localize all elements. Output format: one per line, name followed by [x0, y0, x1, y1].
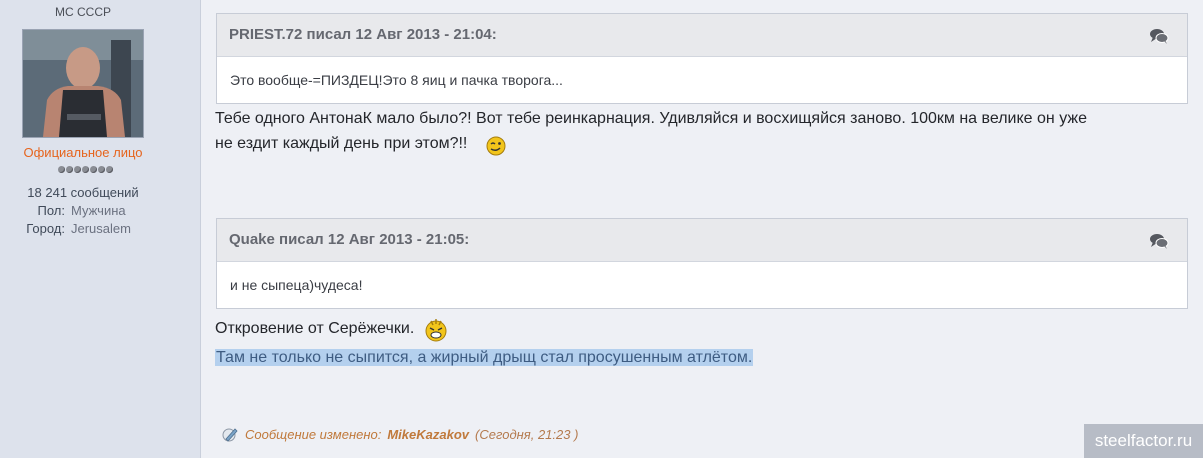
site-watermark: steelfactor.ru [1084, 424, 1203, 458]
edit-time: (Сегодня, 21:23 ) [475, 426, 579, 442]
author-post-count: 18 241 сообщений [27, 185, 139, 200]
reply-line-with-smiley: не ездит каждый день при этом?!! [215, 131, 1087, 157]
edit-user-link[interactable]: MikeKazakov [387, 427, 469, 442]
speech-bubbles-icon[interactable] [1149, 28, 1169, 44]
edit-notice: Сообщение изменено: MikeKazakov (Сегодня… [221, 426, 578, 442]
quote-body: и не сыпеца)чудеса! [230, 277, 363, 293]
reply-line: Тебе одного АнтонаК мало было?! Вот тебе… [215, 110, 1087, 127]
author-city-row: Город: Jerusalem [0, 221, 131, 236]
reputation-pips [50, 166, 120, 176]
wink-smiley-icon [485, 135, 507, 157]
avatar[interactable] [22, 29, 144, 138]
pip-icon [89, 166, 97, 173]
reply-line: не ездит каждый день при этом?!! [215, 135, 468, 152]
author-sidebar: МС СССР Официальное лицо 18 241 сообщени… [0, 0, 201, 458]
quote-block: PRIEST.72 писал 12 Авг 2013 - 21:04: Это… [216, 13, 1188, 104]
gender-label: Пол: [37, 203, 66, 218]
pip-icon [105, 166, 113, 173]
gender-value: Мужчина [71, 203, 126, 218]
author-gender-row: Пол: Мужчина [0, 203, 126, 218]
edit-label: Сообщение изменено: [245, 426, 382, 442]
city-value: Jerusalem [71, 221, 131, 236]
pip-icon [57, 166, 65, 173]
quote-block: Quake писал 12 Авг 2013 - 21:05: и не сы… [216, 218, 1188, 309]
laughing-smiley-icon [424, 316, 448, 342]
quote-header-text: PRIEST.72 писал 12 Авг 2013 - 21:04: [229, 26, 497, 43]
reply-line: Там не только не сыпится, а жирный дрыщ … [215, 349, 754, 366]
author-role: Официальное лицо [23, 145, 143, 160]
quote-header: Quake писал 12 Авг 2013 - 21:05: [217, 219, 1187, 262]
selected-text-line: Там не только не сыпится, а жирный дрыщ … [215, 346, 754, 370]
reply-text: Откровение от Серёжечки. Там не только н… [215, 316, 754, 370]
speech-bubbles-icon[interactable] [1149, 233, 1169, 249]
reply-line-with-smiley: Откровение от Серёжечки. [215, 316, 753, 342]
pip-icon [73, 166, 81, 173]
pip-icon [81, 166, 89, 173]
author-rank: МС СССР [55, 5, 111, 19]
quote-header-text: Quake писал 12 Авг 2013 - 21:05: [229, 231, 470, 248]
quote-body: Это вообще-=ПИЗДЕЦ!Это 8 яиц и пачка тво… [230, 72, 563, 88]
pip-icon [65, 166, 73, 173]
reply-text: Тебе одного АнтонаК мало было?! Вот тебе… [215, 107, 1087, 157]
pip-icon [97, 166, 105, 173]
reply-line: Откровение от Серёжечки. [215, 320, 415, 337]
quote-header: PRIEST.72 писал 12 Авг 2013 - 21:04: [217, 14, 1187, 57]
city-label: Город: [26, 221, 65, 236]
edit-pencil-icon [221, 426, 239, 442]
